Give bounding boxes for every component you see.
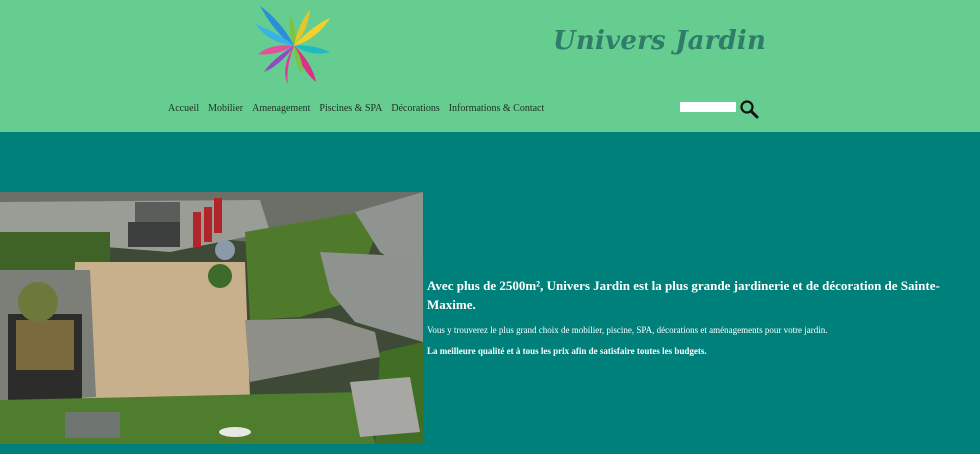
intro-text: Avec plus de 2500m², Univers Jardin est …	[427, 276, 980, 357]
garden-landscape-photo	[0, 192, 423, 444]
nav-item-piscines-spa[interactable]: Piscines & SPA	[319, 103, 382, 114]
colorful-leaves-logo-icon[interactable]	[254, 2, 334, 88]
search-input[interactable]	[680, 102, 736, 112]
search-icon	[740, 100, 759, 119]
intro-description: Vous y trouverez le plus grand choix de …	[427, 325, 828, 335]
intro-quality: La meilleure qualité et à tous les prix …	[427, 346, 707, 356]
nav-item-decorations[interactable]: Décorations	[391, 103, 439, 114]
main-nav: Accueil Mobilier Amenagement Piscines & …	[168, 103, 544, 114]
nav-item-informations-contact[interactable]: Informations & Contact	[449, 103, 545, 114]
nav-item-accueil[interactable]: Accueil	[168, 103, 199, 114]
brand-title: Univers Jardin	[553, 26, 767, 56]
nav-item-amenagement[interactable]: Amenagement	[252, 103, 310, 114]
site-header: Univers Jardin Accueil Mobilier Amenagem…	[0, 0, 980, 132]
nav-item-mobilier[interactable]: Mobilier	[208, 103, 243, 114]
search-button[interactable]	[739, 99, 759, 119]
intro-headline: Avec plus de 2500m², Univers Jardin est …	[427, 278, 940, 312]
